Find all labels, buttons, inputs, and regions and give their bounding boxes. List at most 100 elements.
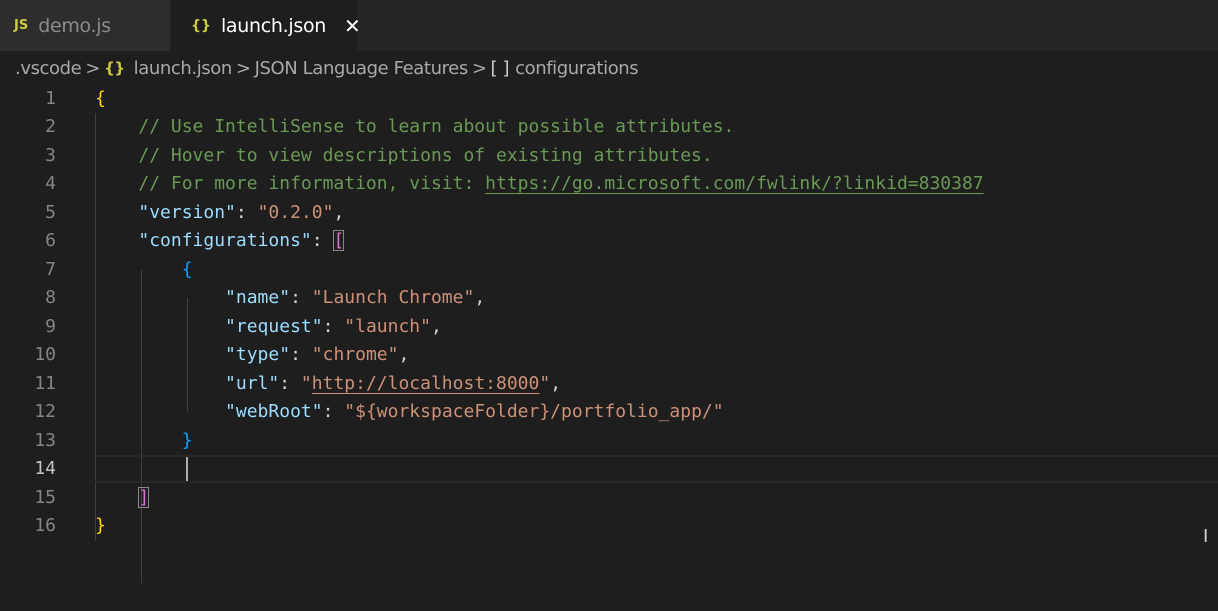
code-line[interactable]: 10 "type": "chrome", [0,341,1218,370]
code-line[interactable]: 6 "configurations": [ [0,227,1218,256]
line-number: 4 [45,173,56,194]
code-line[interactable]: 5 "version": "0.2.0", [0,199,1218,228]
code-token: : [290,287,312,308]
chevron-right-icon: > [85,57,101,79]
line-number: 2 [45,116,56,137]
breadcrumb-section[interactable]: JSON Language Features [255,58,469,79]
code-text: "url": "http://localhost:8000", [95,370,561,399]
code-line[interactable]: 14 [0,455,1218,484]
json-file-icon: {} [104,59,125,77]
code-text: "name": "Launch Chrome", [95,284,485,313]
code-text: } [95,427,193,456]
line-number: 3 [45,144,56,166]
code-text: "configurations": [ [95,227,345,256]
code-line[interactable]: 8 "name": "Launch Chrome", [0,284,1218,313]
breadcrumb-folder[interactable]: .vscode [15,58,82,79]
code-token: "${workspaceFolder}/portfolio_app/" [344,401,724,422]
breadcrumb: .vscode > {} launch.json > JSON Language… [0,51,1218,85]
code-line[interactable]: 13 } [0,427,1218,456]
chevron-right-icon: > [235,57,251,79]
code-token: "0.2.0" [257,201,334,223]
code-token: http://localhost:8000 [311,372,540,394]
json-file-icon: {} [191,17,211,34]
code-text: // For more information, visit: https://… [95,170,983,199]
code-token: , [333,201,345,223]
code-token: : [290,344,312,365]
code-text: // Use IntelliSense to learn about possi… [95,113,734,142]
code-token: "name" [225,287,291,308]
tab-label: demo.js [38,14,111,37]
line-number: 13 [34,429,56,451]
code-token: : [279,372,301,394]
breadcrumb-symbol[interactable]: configurations [515,58,639,79]
code-line[interactable]: 12 "webRoot": "${workspaceFolder}/portfo… [0,398,1218,427]
chevron-right-icon: > [471,57,487,79]
line-number: 15 [34,486,56,508]
code-token: { [95,87,106,109]
code-token: "url" [225,372,280,394]
code-token: , [398,344,410,365]
code-token: } [181,429,193,451]
code-token: , [474,287,486,308]
code-line[interactable]: 1{ [0,85,1218,114]
code-line[interactable]: 9 "request": "launch", [0,313,1218,342]
text-caret [186,457,188,481]
array-symbol-icon: [ ] [490,57,510,79]
line-number: 16 [34,515,56,536]
code-token: " [300,372,312,394]
code-line[interactable]: 7 { [0,256,1218,285]
code-token: "type" [225,344,291,365]
code-line[interactable]: 11 "url": "http://localhost:8000", [0,370,1218,399]
code-line[interactable]: 15 ] [0,484,1218,513]
code-token: : [322,315,345,337]
code-text: { [95,256,193,285]
code-token: , [550,372,562,394]
line-number: 8 [45,287,56,308]
code-text: // Hover to view descriptions of existin… [95,142,713,171]
code-line[interactable]: 2 // Use IntelliSense to learn about pos… [0,113,1218,142]
breadcrumb-file[interactable]: launch.json [134,58,233,79]
code-token: [ [333,230,345,251]
line-number: 5 [45,201,56,223]
code-token: : [311,230,334,251]
line-number: 6 [45,230,56,251]
code-text: "webRoot": "${workspaceFolder}/portfolio… [95,398,724,427]
code-token: "chrome" [311,344,399,365]
code-editor[interactable]: 1{2 // Use IntelliSense to learn about p… [0,84,1218,611]
code-line[interactable]: 3 // Hover to view descriptions of exist… [0,142,1218,171]
close-icon[interactable]: ✕ [344,14,361,38]
tab-demo-js[interactable]: JS demo.js [0,0,170,51]
code-token: // Hover to view descriptions of existin… [138,144,713,166]
code-token: " [539,372,551,394]
line-number: 12 [34,401,56,422]
code-line[interactable]: 16} [0,512,1218,541]
javascript-file-icon: JS [14,18,29,33]
editor-tab-bar: JS demo.js {} launch.json ✕ [0,0,1218,51]
code-text: "type": "chrome", [95,341,409,370]
code-line[interactable]: 4 // For more information, visit: https:… [0,170,1218,199]
code-token: { [181,258,193,280]
line-number: 10 [34,344,56,365]
code-token: } [95,515,106,536]
line-number: 1 [45,87,56,109]
tab-launch-json[interactable]: {} launch.json ✕ [171,0,361,51]
code-token: // Use IntelliSense to learn about possi… [138,116,735,137]
code-token: : [235,201,258,223]
code-token: "configurations" [138,230,312,251]
code-token: : [322,401,345,422]
code-token: "version" [138,201,236,223]
code-text: "request": "launch", [95,313,442,342]
line-number: 9 [45,315,56,337]
line-number: 14 [34,458,56,479]
code-token: "request" [225,315,323,337]
